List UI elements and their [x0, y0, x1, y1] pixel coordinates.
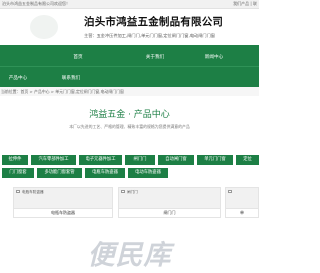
watermark-text: 便民库 — [87, 240, 172, 271]
category-button[interactable]: 定位 — [236, 155, 259, 165]
category-button[interactable]: 电子元器件加工 — [79, 155, 122, 165]
nav-item-products[interactable]: 产品中心 — [5, 75, 31, 81]
product-label[interactable]: 电瓶车防盗器 — [13, 209, 113, 218]
nav-item-about[interactable]: 关于我们 — [143, 54, 167, 60]
product-thumbnail[interactable]: 电瓶车防盗器 — [13, 187, 113, 209]
thumbnail-alt-text: 闸门门 — [127, 189, 138, 194]
image-placeholder-icon — [16, 190, 20, 193]
nav-item-home[interactable]: 首页 — [66, 54, 90, 60]
company-name: 泊头市鸿益五金制品有限公司 — [84, 16, 224, 28]
nav-item-news[interactable]: 新闻中心 — [200, 54, 228, 60]
top-bar: 泊头市鸿益五金制品有限公司欢迎您！ 我们产品 | 联 — [0, 0, 259, 9]
category-button[interactable]: 汽车零部件加工 — [31, 155, 76, 165]
category-button[interactable]: 拉伸件 — [2, 155, 28, 165]
company-logo[interactable] — [30, 15, 58, 39]
thumbnail-alt-text: 电瓶车防盗器 — [22, 189, 44, 194]
category-button[interactable]: 电动车防盗器 — [128, 168, 168, 178]
section-subtitle: 本厂以先进的工艺、严格的管理、精致丰富的规格为您提供满意的产品 — [69, 124, 190, 129]
nav-divider — [0, 66, 259, 67]
top-links[interactable]: 我们产品 | 联 — [233, 1, 257, 7]
category-button[interactable]: 单元门门窗 — [197, 155, 233, 165]
site-header: 泊头市鸿益五金制品有限公司 主营：五金冲压件加工,闸门门,单元门门窗,定位闸门门… — [0, 9, 259, 45]
product-thumbnail[interactable] — [225, 187, 259, 209]
category-button[interactable]: 自动闸门窗 — [158, 155, 194, 165]
image-placeholder-icon — [121, 190, 125, 193]
main-business-text: 主营：五金冲压件加工,闸门门,单元门门窗,定位闸门门窗,电动闸门门窗 — [84, 33, 215, 38]
category-button[interactable]: 闸门门 — [125, 155, 155, 165]
image-placeholder-icon — [228, 190, 232, 193]
breadcrumb: 当前位置：首页 > 产品中心 > 单元门门窗,定位闸门门窗,电动闸门门窗 — [0, 87, 259, 96]
product-label[interactable]: 单 — [225, 209, 259, 218]
section-title: 鸿益五金 · 产品中心 — [89, 110, 170, 120]
product-thumbnail[interactable]: 闸门门 — [118, 187, 221, 209]
breadcrumb-text: 当前位置：首页 > 产品中心 > 单元门门窗,定位闸门门窗,电动闸门门窗 — [1, 89, 124, 94]
category-button[interactable]: 多功能门窗套管 — [37, 168, 82, 178]
main-nav: 首页 关于我们 新闻中心 产品中心 联系我们 — [0, 45, 259, 87]
product-label[interactable]: 闸门门 — [118, 209, 221, 218]
welcome-text: 泊头市鸿益五金制品有限公司欢迎您！ — [2, 1, 70, 6]
category-button[interactable]: 门门窗套 — [2, 168, 34, 178]
category-button[interactable]: 电瓶车防盗器 — [85, 168, 125, 178]
nav-item-contact[interactable]: 联系我们 — [58, 75, 84, 81]
